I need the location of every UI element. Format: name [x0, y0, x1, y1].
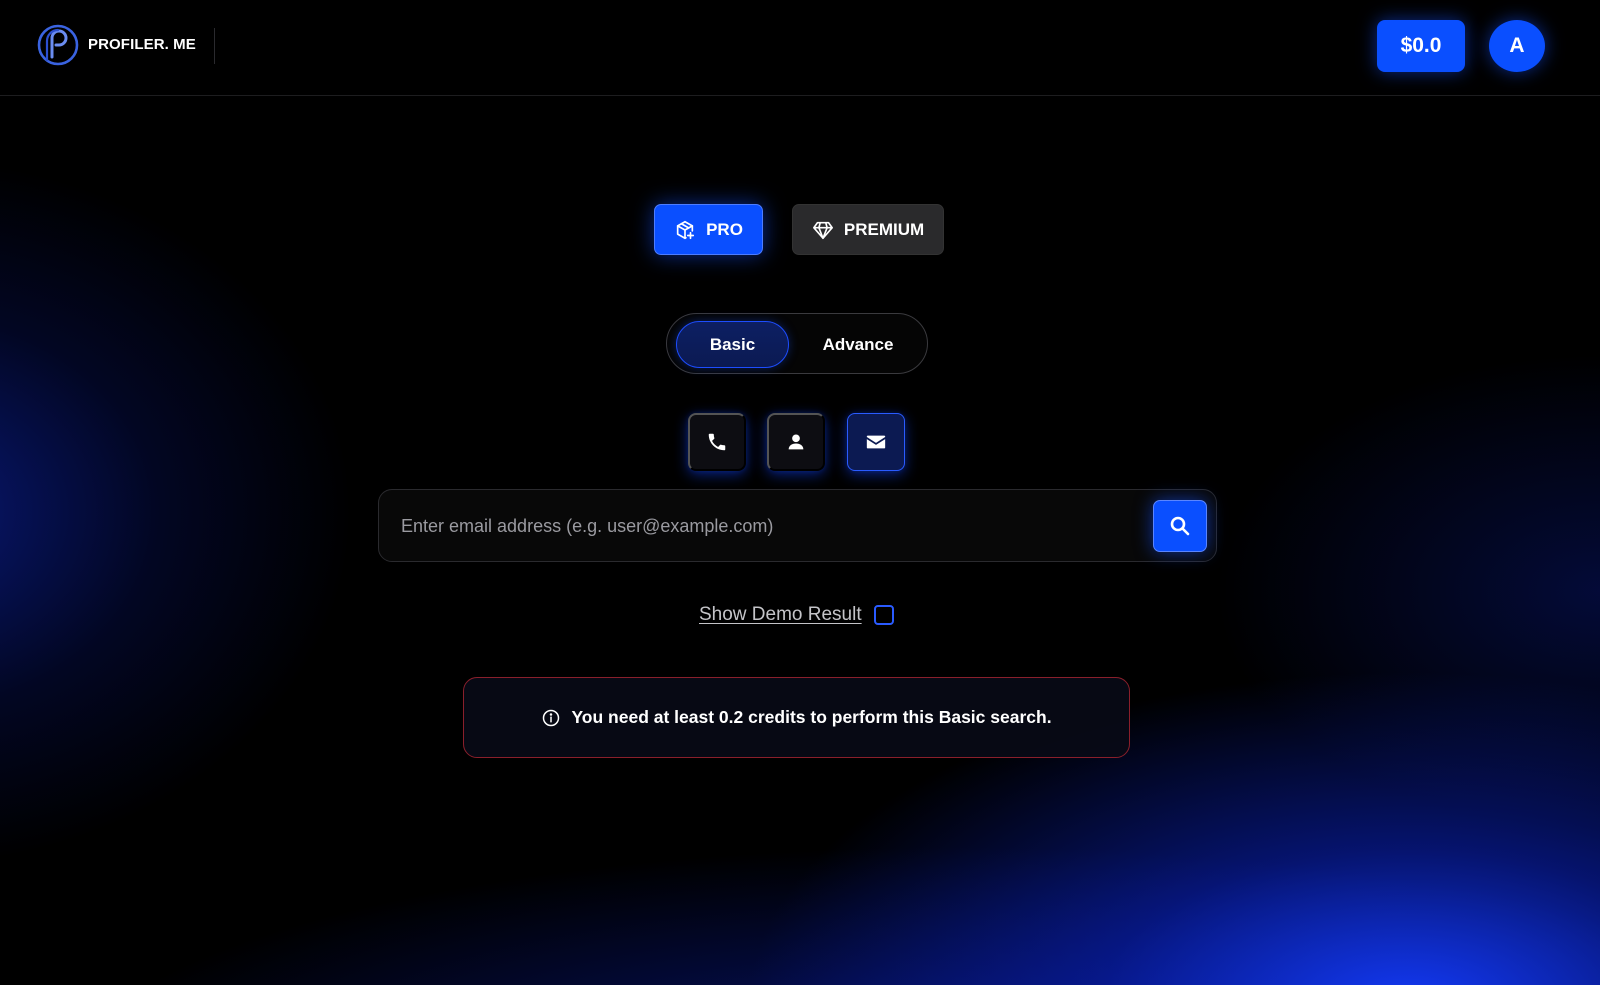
- show-demo-result-checkbox[interactable]: [873, 605, 894, 625]
- email-search-button[interactable]: [847, 413, 905, 471]
- person-search-button[interactable]: [767, 413, 825, 471]
- brand-name: PROFILER. ME: [88, 36, 196, 53]
- search-button[interactable]: [1153, 500, 1207, 552]
- plan-pro-button[interactable]: PRO: [654, 204, 763, 255]
- person-icon: [788, 434, 804, 450]
- mail-icon: [866, 435, 886, 449]
- balance-button[interactable]: $0.0: [1377, 20, 1465, 72]
- search-mode-toggle: Basic Advance: [666, 313, 928, 374]
- alert-message: You need at least 0.2 credits to perform…: [571, 707, 1052, 727]
- show-demo-result-link[interactable]: Show Demo Result: [699, 604, 862, 626]
- avatar[interactable]: A: [1489, 20, 1545, 72]
- mode-basic-option[interactable]: Basic: [676, 321, 789, 368]
- search-box: [378, 489, 1217, 562]
- email-search-input[interactable]: [401, 502, 1121, 550]
- credits-alert: You need at least 0.2 credits to perform…: [463, 677, 1130, 758]
- phone-search-button[interactable]: [688, 413, 746, 471]
- info-icon: [543, 709, 560, 726]
- main-content: PRO PREMIUM Basic Advance Enter email ad…: [0, 0, 1600, 985]
- diamond-icon: [812, 221, 833, 239]
- phone-icon: [708, 433, 726, 451]
- mode-advance-option[interactable]: Advance: [803, 321, 913, 368]
- search-icon: [1170, 516, 1190, 536]
- demo-result-row: Show Demo Result: [699, 602, 894, 628]
- plan-premium-label: PREMIUM: [843, 219, 925, 239]
- header-divider: [214, 28, 215, 64]
- profiler-logo[interactable]: [37, 24, 79, 66]
- plan-pro-label: PRO: [706, 219, 743, 239]
- plan-premium-button[interactable]: PREMIUM: [792, 204, 944, 255]
- box-plus-icon: [676, 220, 695, 239]
- top-header: PROFILER. ME $0.0 A: [0, 0, 1600, 96]
